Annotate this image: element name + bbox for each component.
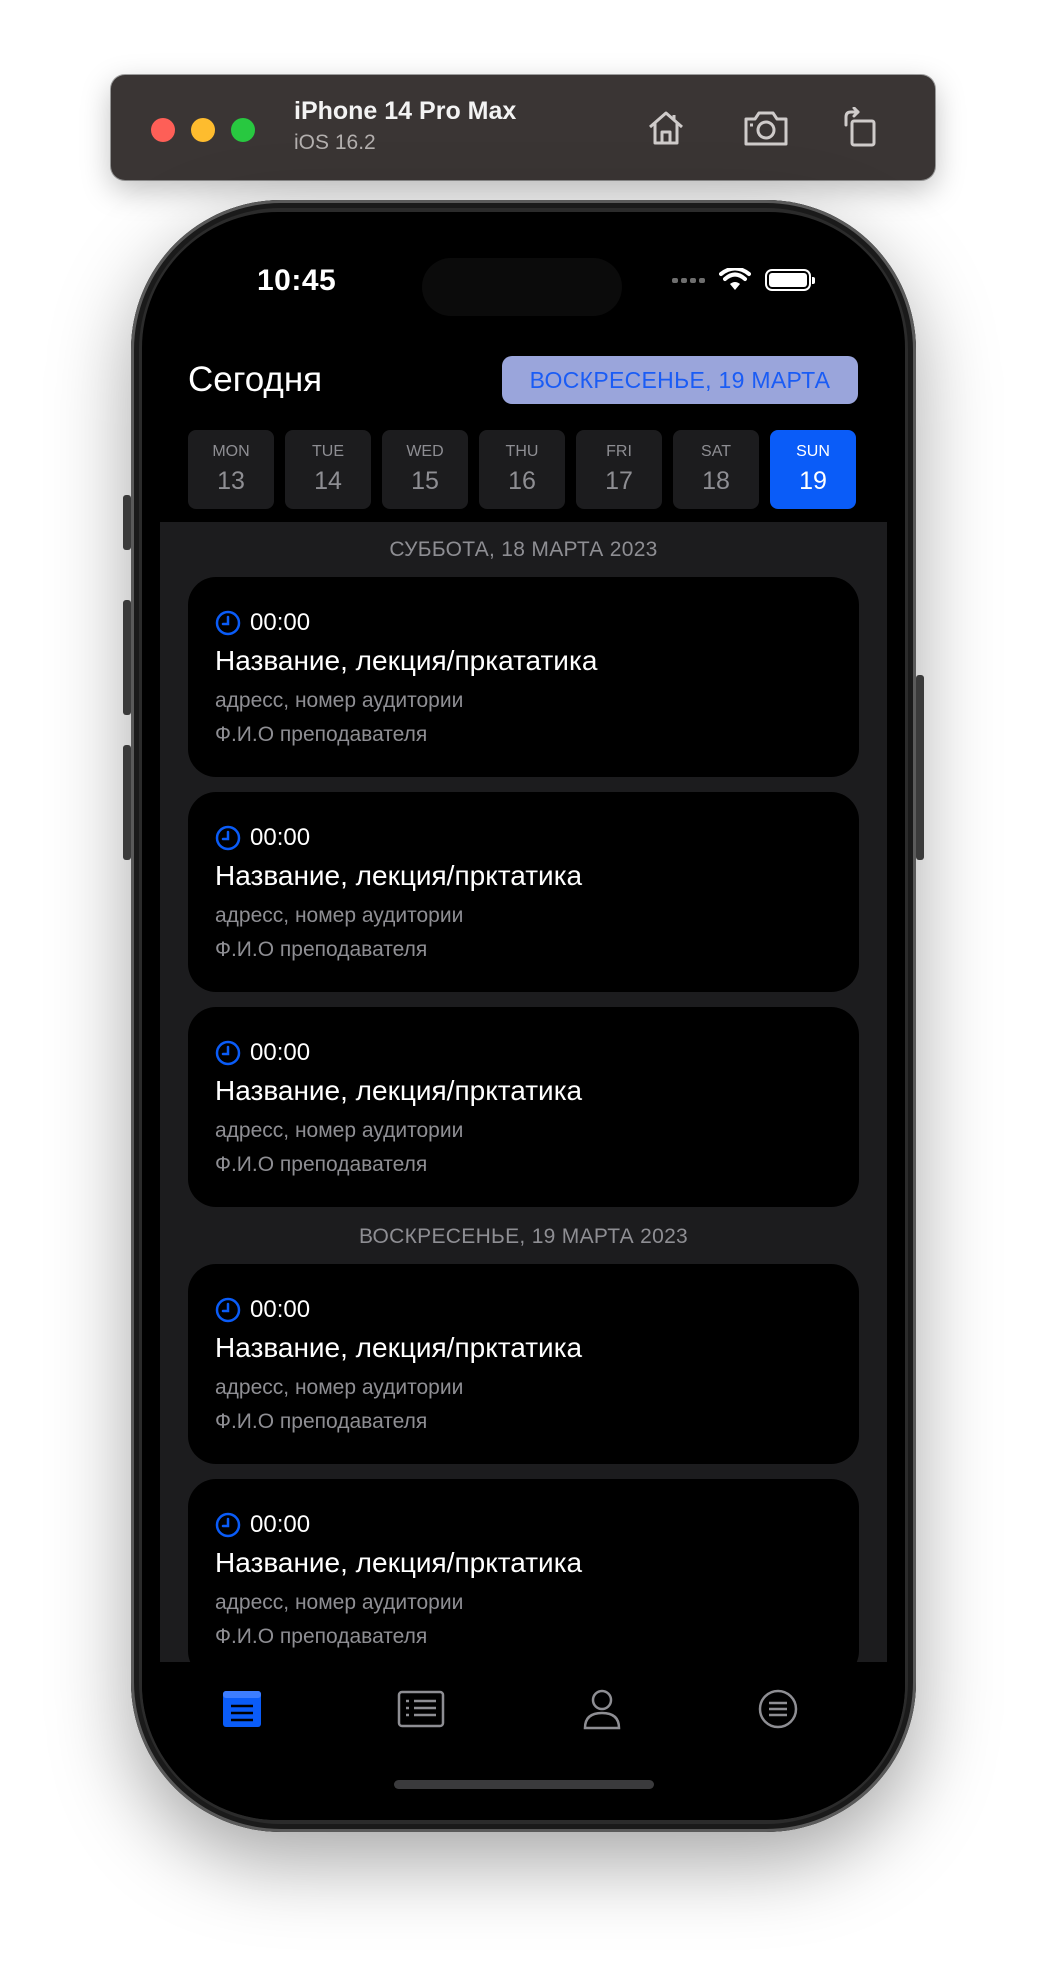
simulator-toolbar: iPhone 14 Pro Max iOS 16.2 [111, 75, 935, 180]
lesson-card[interactable]: 00:00 Название, лекция/прктатика адресс,… [188, 1479, 859, 1662]
lesson-title: Название, лекция/прктатика [215, 1332, 583, 1363]
section-header: СУББОТА, 18 МАРТА 2023 [389, 538, 658, 561]
day-name: SAT [701, 443, 731, 460]
day-number: 18 [702, 467, 730, 495]
lesson-teacher: Ф.И.О преподавателя [215, 938, 428, 961]
lesson-address: адресс, номер аудитории [215, 1119, 464, 1142]
day-sat[interactable]: SAT 18 [673, 430, 759, 509]
lesson-teacher: Ф.И.О преподавателя [215, 1410, 428, 1433]
lesson-title: Название, лекция/прктатика [215, 1547, 583, 1578]
clock-icon [215, 1512, 241, 1538]
screenshot-icon[interactable] [741, 103, 791, 153]
day-thu[interactable]: THU 16 [479, 430, 565, 509]
day-name: THU [505, 443, 539, 460]
day-sun[interactable]: SUN 19 [770, 430, 856, 509]
lesson-time: 00:00 [250, 609, 311, 636]
day-number: 16 [508, 467, 536, 495]
lesson-title: Название, лекция/прктатика [215, 1075, 583, 1106]
schedule-list[interactable]: СУББОТА, 18 МАРТА 2023 00:00 Название, л… [160, 522, 887, 1662]
tab-bar [142, 1662, 905, 1820]
profile-tab-icon[interactable] [572, 1684, 632, 1734]
day-number: 14 [314, 467, 342, 495]
dynamic-island [422, 258, 622, 316]
lesson-teacher: Ф.И.О преподавателя [215, 723, 428, 746]
wifi-icon [719, 268, 751, 290]
day-number: 13 [217, 467, 245, 495]
lesson-teacher: Ф.И.О преподавателя [215, 1625, 428, 1648]
day-name: TUE [312, 443, 344, 460]
os-version: iOS 16.2 [294, 131, 376, 154]
device-name: iPhone 14 Pro Max [294, 97, 517, 125]
day-fri[interactable]: FRI 17 [576, 430, 662, 509]
cellular-signal-icon [672, 277, 705, 283]
minimize-window-button[interactable] [191, 118, 215, 142]
lesson-time: 00:00 [250, 1296, 311, 1323]
lesson-card[interactable]: 00:00 Название, лекция/прктатика адресс,… [188, 1007, 859, 1207]
close-window-button[interactable] [151, 118, 175, 142]
zoom-window-button[interactable] [231, 118, 255, 142]
page-title: Сегодня [188, 360, 323, 399]
selected-date-button[interactable]: ВОСКРЕСЕНЬЕ, 19 МАРТА [502, 356, 858, 404]
clock-icon [215, 825, 241, 851]
menu-tab-icon[interactable] [748, 1684, 808, 1734]
phone-screen: 10:45 Сегодня ВОСКРЕСЕНЬЕ, 19 МАРТА MON … [142, 212, 905, 1820]
lesson-address: адресс, номер аудитории [215, 1591, 464, 1614]
lesson-title: Название, лекция/прката­тика [215, 645, 598, 676]
schedule-tab-icon[interactable] [212, 1684, 272, 1734]
lesson-card[interactable]: 00:00 Название, лекция/прктатика адресс,… [188, 792, 859, 992]
status-indicators [672, 268, 815, 292]
list-tab-icon[interactable] [391, 1684, 451, 1734]
day-wed[interactable]: WED 15 [382, 430, 468, 509]
day-name: FRI [606, 443, 632, 460]
home-indicator[interactable] [394, 1780, 654, 1789]
clock-icon [215, 1297, 241, 1323]
lesson-title: Название, лекция/прктатика [215, 860, 583, 891]
day-name: WED [406, 443, 444, 460]
volume-up-button [123, 600, 131, 715]
day-number: 15 [411, 467, 439, 495]
lesson-time: 00:00 [250, 824, 311, 851]
section-header: ВОСКРЕСЕНЬЕ, 19 МАРТА 2023 [358, 1225, 689, 1248]
day-tue[interactable]: TUE 14 [285, 430, 371, 509]
day-number: 19 [799, 467, 827, 495]
home-icon[interactable] [641, 103, 691, 153]
battery-icon [765, 269, 815, 291]
lesson-card[interactable]: 00:00 Название, лекция/прктатика адресс,… [188, 1264, 859, 1464]
lesson-time: 00:00 [250, 1039, 311, 1066]
lesson-address: адресс, номер аудитории [215, 689, 464, 712]
status-time: 10:45 [257, 264, 337, 297]
silent-switch [123, 495, 131, 550]
lesson-time: 00:00 [250, 1511, 311, 1538]
lesson-address: адресс, номер аудитории [215, 904, 464, 927]
power-button [916, 675, 924, 860]
day-name: SUN [796, 443, 830, 460]
day-name: MON [212, 443, 250, 460]
lesson-card[interactable]: 00:00 Название, лекция/прката­тика адрес… [188, 577, 859, 777]
rotate-icon[interactable] [835, 103, 885, 153]
week-selector: MON 13 TUE 14 WED 15 THU 16 FRI 17 SAT 1… [188, 430, 856, 509]
lesson-address: адресс, номер аудитории [215, 1376, 464, 1399]
lesson-teacher: Ф.И.О преподавателя [215, 1153, 428, 1176]
volume-down-button [123, 745, 131, 860]
simulator-window: iPhone 14 Pro Max iOS 16.2 10:45 Сегодня… [0, 0, 1046, 1984]
clock-icon [215, 610, 241, 636]
clock-icon [215, 1040, 241, 1066]
day-number: 17 [605, 467, 633, 495]
day-mon[interactable]: MON 13 [188, 430, 274, 509]
